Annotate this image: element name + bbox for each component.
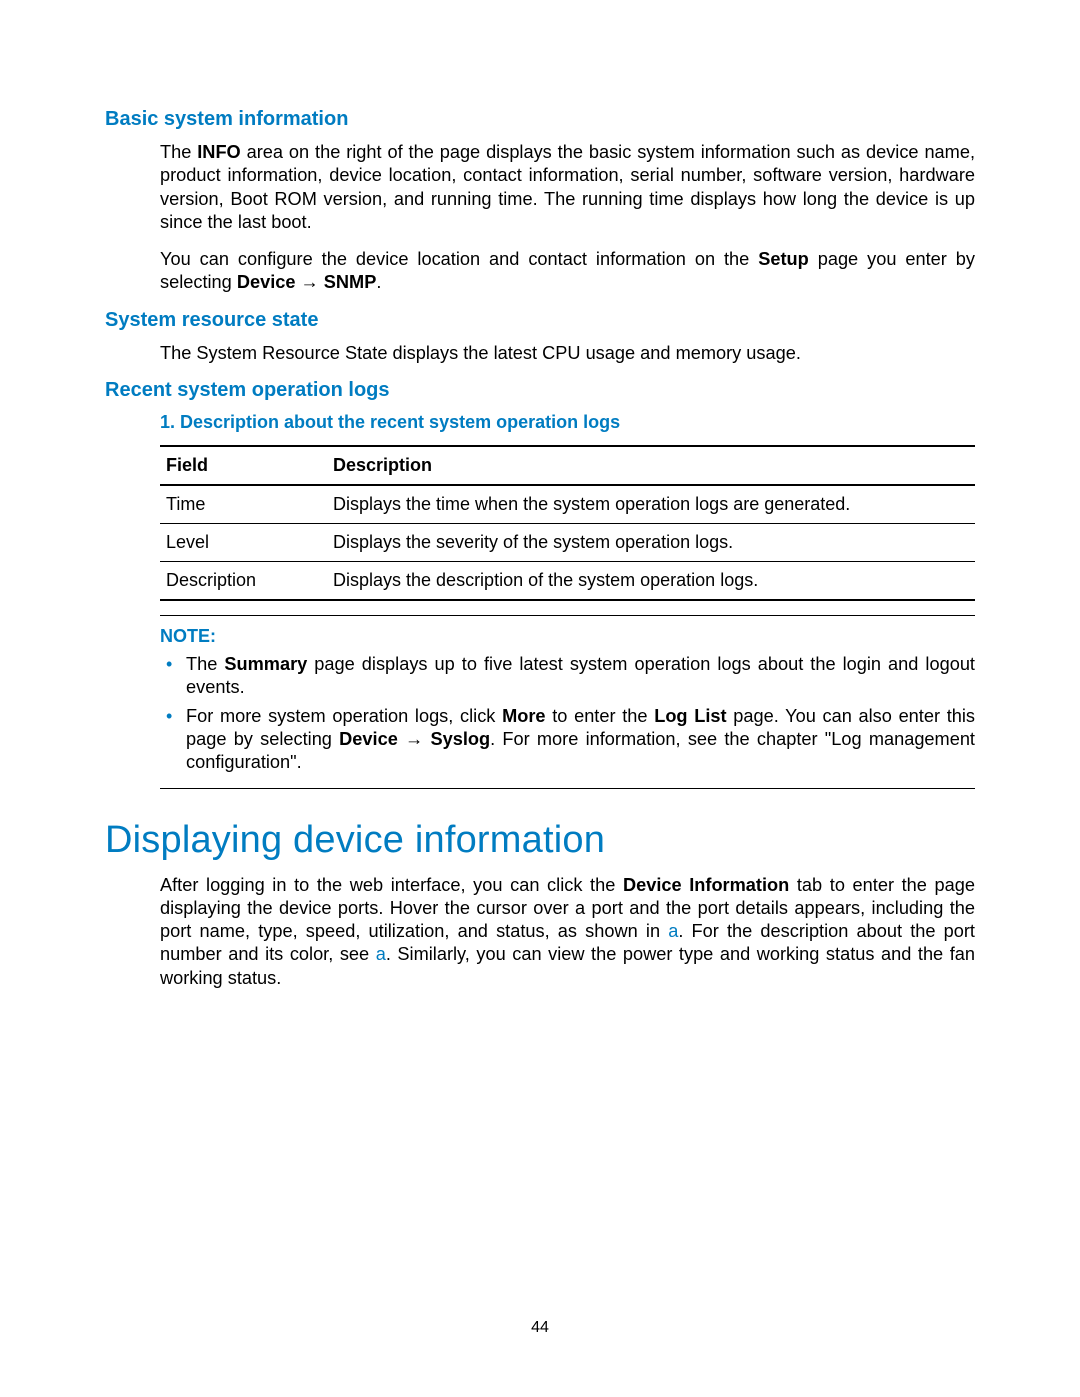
table-row: Description Displays the description of … (160, 562, 975, 601)
bold-text: Setup (758, 249, 809, 269)
note-item: The Summary page displays up to five lat… (160, 653, 975, 700)
link-text[interactable]: a (668, 921, 678, 941)
heading-system-resource-state: System resource state (105, 309, 975, 332)
th-description: Description (327, 446, 975, 485)
cell-desc: Displays the severity of the system oper… (327, 524, 975, 562)
para-resource: The System Resource State displays the l… (160, 342, 975, 365)
heading-basic-system-info: Basic system information (105, 108, 975, 131)
heading-displaying-device-info: Displaying device information (105, 819, 975, 862)
bold-text: Summary (224, 654, 307, 674)
logs-table: Field Description Time Displays the time… (160, 445, 975, 601)
table-caption: 1. Description about the recent system o… (160, 412, 975, 433)
table-caption-prefix: 1. (160, 412, 180, 432)
cell-field: Time (160, 485, 327, 524)
bold-text: Device → SNMP (237, 272, 377, 292)
bold-text: Device Information (623, 875, 789, 895)
cell-field: Level (160, 524, 327, 562)
th-field: Field (160, 446, 327, 485)
para-basic-2: You can configure the device location an… (160, 248, 975, 295)
bold-text: INFO (197, 142, 240, 162)
table-row: Level Displays the severity of the syste… (160, 524, 975, 562)
bold-text: Device → Syslog (339, 729, 490, 749)
note-item: For more system operation logs, click Mo… (160, 705, 975, 775)
table-caption-text: Description about the recent system oper… (180, 412, 620, 432)
bold-text: Log List (654, 706, 726, 726)
cell-desc: Displays the time when the system operat… (327, 485, 975, 524)
document-page: Basic system information The INFO area o… (0, 0, 1080, 1397)
para-device-info: After logging in to the web interface, y… (160, 874, 975, 990)
cell-desc: Displays the description of the system o… (327, 562, 975, 601)
para-basic-1: The INFO area on the right of the page d… (160, 141, 975, 234)
table-header-row: Field Description (160, 446, 975, 485)
bold-text: More (502, 706, 545, 726)
note-block: NOTE: The Summary page displays up to fi… (160, 615, 975, 788)
link-text[interactable]: a (376, 944, 386, 964)
cell-field: Description (160, 562, 327, 601)
heading-recent-logs: Recent system operation logs (105, 379, 975, 402)
page-number: 44 (0, 1319, 1080, 1337)
note-list: The Summary page displays up to five lat… (160, 653, 975, 774)
table-row: Time Displays the time when the system o… (160, 485, 975, 524)
note-label: NOTE: (160, 626, 975, 647)
